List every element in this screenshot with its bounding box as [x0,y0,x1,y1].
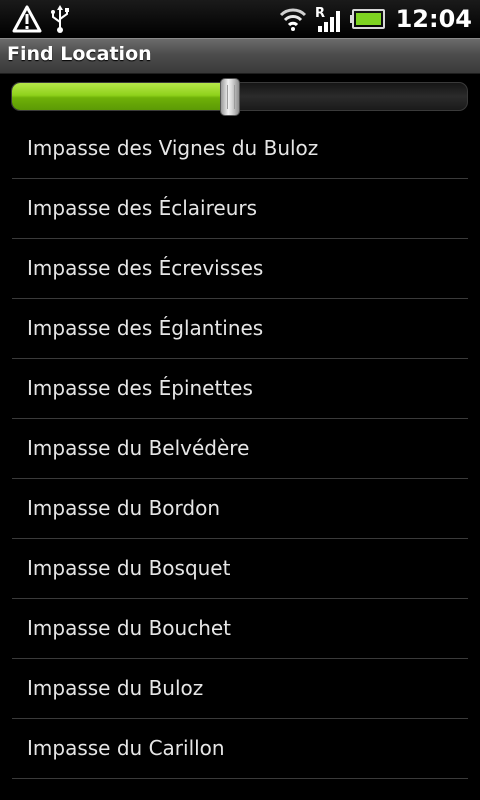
list-item-label: Impasse du Bordon [27,496,220,520]
list-item[interactable]: Impasse des Éclaireurs [12,179,468,239]
list-item-label: Impasse des Écrevisses [27,256,264,280]
status-bar-right: R 12:04 [278,3,472,35]
wifi-icon [278,6,308,32]
list-item[interactable]: Impasse du Buloz [12,659,468,719]
page-title: Find Location [7,43,152,65]
list-item[interactable]: Impasse des Vignes du Buloz [12,119,468,179]
slider-thumb[interactable] [220,78,240,116]
status-bar: R 12:04 [0,0,480,38]
title-bar: Find Location [0,38,480,74]
list-item-label: Impasse des Vignes du Buloz [27,136,319,160]
list-item-label: Impasse du Bosquet [27,556,231,580]
list-item[interactable]: Impasse des Épinettes [12,359,468,419]
list-item-label: Impasse du Buloz [27,676,204,700]
slider-fill [12,83,231,110]
screen: R 12:04 Find Location Impasse des Vignes… [0,0,480,800]
list-item-label: Impasse des Éclaireurs [27,196,258,220]
location-list: Impasse des Vignes du Buloz Impasse des É… [12,119,468,779]
list-item-label: Impasse du Belvédère [27,436,250,460]
list-item[interactable]: Impasse du Bosquet [12,539,468,599]
list-item[interactable]: Impasse des Écrevisses [12,239,468,299]
zoom-slider[interactable] [11,78,468,116]
roaming-signal-icon: R [314,4,344,34]
roaming-letter: R [315,6,325,21]
status-bar-left [12,3,70,35]
warning-icon [12,5,42,33]
list-item[interactable]: Impasse du Bouchet [12,599,468,659]
list-item[interactable]: Impasse du Belvédère [12,419,468,479]
battery-icon [349,8,386,30]
list-item-label: Impasse du Carillon [27,736,225,760]
clock: 12:04 [395,5,472,33]
usb-icon [50,4,70,34]
list-item[interactable]: Impasse des Églantines [12,299,468,359]
list-item[interactable]: Impasse du Carillon [12,719,468,779]
list-item-label: Impasse du Bouchet [27,616,232,640]
list-item-label: Impasse des Épinettes [27,376,253,400]
list-item-label: Impasse des Églantines [27,316,264,340]
list-item[interactable]: Impasse du Bordon [12,479,468,539]
